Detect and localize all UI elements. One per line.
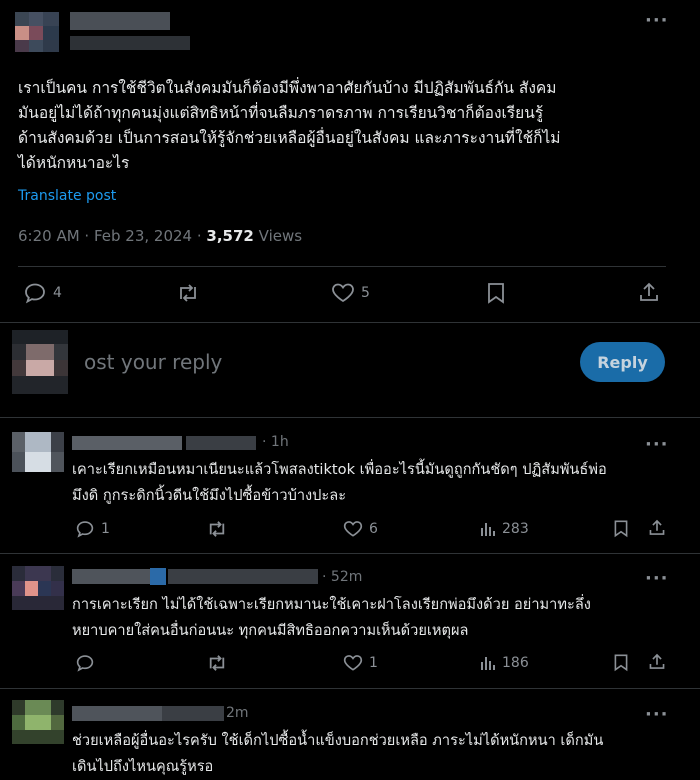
reply-like-count: 6 — [369, 521, 378, 537]
analytics-bars-icon — [479, 654, 497, 672]
reply-repost-button[interactable] — [206, 654, 228, 672]
reply-author-name[interactable] — [72, 706, 162, 721]
bookmark-icon — [613, 653, 629, 672]
author-display-name[interactable] — [70, 12, 170, 30]
reply-reply-count: 1 — [101, 521, 110, 537]
post-share-button[interactable] — [638, 281, 660, 303]
reply-time[interactable]: · 52m — [322, 569, 362, 585]
reply-bookmark-button[interactable] — [613, 519, 629, 538]
reply-input[interactable]: ost your reply — [84, 350, 222, 374]
reply-like-count: 1 — [369, 655, 378, 671]
analytics-bars-icon — [479, 520, 497, 538]
post-like-count: 5 — [361, 285, 370, 301]
reply-bubble-icon — [23, 282, 47, 304]
reply-bookmark-button[interactable] — [613, 653, 629, 672]
bookmark-icon — [486, 282, 506, 304]
reply-more-icon[interactable]: ··· — [645, 434, 669, 455]
heart-icon — [343, 520, 363, 538]
post-repost-button[interactable] — [176, 283, 200, 303]
author-avatar[interactable] — [15, 12, 59, 52]
reply-author-handle[interactable] — [168, 569, 318, 584]
heart-icon — [343, 654, 363, 672]
post-more-icon[interactable]: ··· — [645, 10, 669, 31]
reply-view-count: 283 — [502, 521, 529, 537]
post-text: เราเป็นคน การใช้ชีวิตในสังคมมันก็ต้องมีพ… — [18, 79, 561, 172]
reply-views-button[interactable]: 283 — [479, 520, 529, 538]
post-bookmark-button[interactable] — [486, 282, 506, 304]
share-icon — [638, 281, 660, 303]
repost-icon — [176, 283, 200, 303]
reply-more-icon[interactable]: ··· — [645, 704, 669, 725]
heart-icon — [331, 283, 355, 303]
reply-bubble-icon — [75, 520, 95, 538]
reply-view-count: 186 — [502, 655, 529, 671]
reply-avatar[interactable] — [12, 566, 64, 610]
views-count: 3,572 — [206, 227, 254, 245]
share-icon — [648, 652, 666, 671]
repost-icon — [206, 520, 228, 538]
reply-views-button[interactable]: 186 — [479, 654, 529, 672]
reply-author-handle[interactable] — [186, 436, 256, 450]
reply-reply-button[interactable] — [75, 654, 101, 672]
post-like-button[interactable]: 5 — [331, 283, 370, 303]
post-meta: 6:20 AM · Feb 23, 2024 · 3,572 Views — [18, 227, 303, 245]
translate-post-link[interactable]: Translate post — [18, 188, 116, 204]
reply-reply-button[interactable]: 1 — [75, 520, 110, 538]
reply-author-handle[interactable] — [162, 706, 224, 721]
post-reply-count: 4 — [53, 285, 62, 301]
reply-text: ช่วยเหลือผู้อื่นอะไรครับ ใช้เด็กไปซื้อน้… — [72, 732, 604, 775]
reply-author-name[interactable] — [72, 569, 152, 584]
reply-more-icon[interactable]: ··· — [645, 568, 669, 589]
reply-like-button[interactable]: 1 — [343, 654, 378, 672]
reply-author-verified — [150, 568, 166, 585]
repost-icon — [206, 654, 228, 672]
reply-avatar[interactable] — [12, 432, 64, 472]
reply-bubble-icon — [75, 654, 95, 672]
post-reply-button[interactable]: 4 — [23, 282, 62, 304]
author-handle[interactable] — [70, 36, 190, 50]
reply-like-button[interactable]: 6 — [343, 520, 378, 538]
reply-button[interactable]: Reply — [580, 342, 665, 382]
views-label: Views — [258, 227, 303, 245]
share-icon — [648, 518, 666, 537]
reply-share-button[interactable] — [648, 518, 666, 537]
reply-avatar[interactable] — [12, 700, 64, 744]
my-avatar[interactable] — [12, 330, 68, 394]
reply-text: การเคาะเรียก ไม่ได้ใช้เฉพาะเรียกหมานะใช้… — [72, 596, 591, 639]
reply-time[interactable]: · 1h — [262, 434, 289, 450]
reply-share-button[interactable] — [648, 652, 666, 671]
post-date[interactable]: Feb 23, 2024 — [94, 227, 192, 245]
reply-repost-button[interactable] — [206, 520, 228, 538]
reply-text: เคาะเรียกเหมือนหมาเนียนะแล้วโพสลงtiktok … — [72, 461, 607, 504]
bookmark-icon — [613, 519, 629, 538]
reply-author-name[interactable] — [72, 436, 182, 450]
post-time[interactable]: 6:20 AM — [18, 227, 80, 245]
reply-time[interactable]: 2m — [226, 705, 249, 721]
